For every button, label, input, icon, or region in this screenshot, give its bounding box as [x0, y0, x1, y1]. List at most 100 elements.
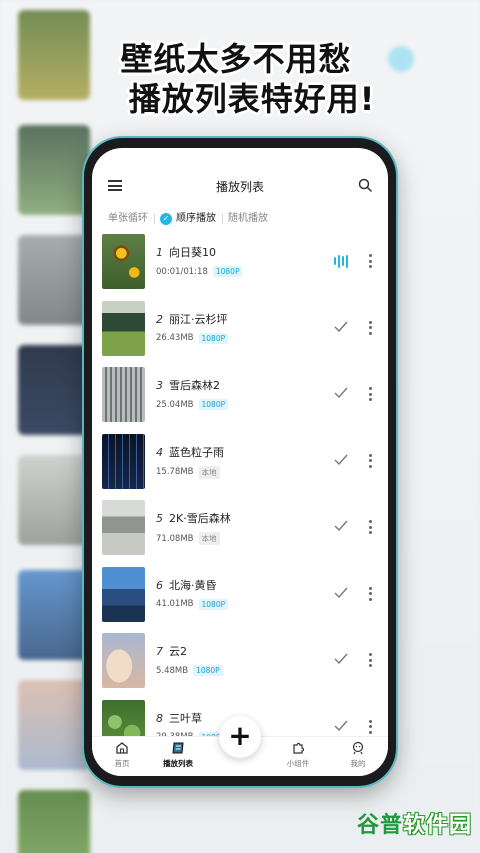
more-icon[interactable]: [368, 453, 372, 468]
play-mode-selector: 单张循环 ✓ 顺序播放 随机播放: [102, 208, 378, 230]
item-detail: 25.04MB: [156, 399, 194, 410]
mode-sequential[interactable]: ✓ 顺序播放: [154, 210, 222, 228]
bg-thumb: [18, 345, 90, 435]
item-index: 3: [156, 379, 163, 392]
wallpaper-thumbnail: [102, 234, 145, 289]
list-item[interactable]: 4 蓝色粒子雨 15.78MB 本地: [92, 433, 388, 501]
list-item[interactable]: 6 北海·黄昏 41.01MB 1080P: [92, 566, 388, 634]
item-title: 8 三叶草: [156, 710, 202, 726]
more-icon[interactable]: [368, 653, 372, 667]
watermark-part: 谷普: [356, 813, 403, 838]
item-title: 4 蓝色粒子雨: [156, 444, 224, 460]
item-detail: 71.08MB: [156, 533, 194, 544]
wallpaper-thumbnail: [102, 433, 145, 489]
item-name: 三叶草: [169, 711, 202, 725]
wallpaper-thumbnail: [102, 633, 145, 688]
item-title: 6 北海·黄昏: [156, 577, 217, 593]
item-name: 雪后森林2: [169, 379, 220, 392]
list-item[interactable]: 7 云2 5.48MB 1080P: [92, 633, 388, 700]
list-item[interactable]: 2 丽江·云杉坪 26.43MB 1080P: [92, 300, 388, 368]
bg-thumb: [18, 125, 90, 215]
tab-label: 播放列表: [163, 759, 193, 768]
search-icon[interactable]: [358, 178, 372, 192]
check-icon: [334, 653, 348, 665]
tab-label: 小组件: [286, 759, 310, 768]
item-meta: 71.08MB 本地: [156, 532, 220, 545]
item-meta: 5.48MB 1080P: [156, 665, 223, 676]
item-title: 7 云2: [156, 643, 187, 659]
home-icon: [116, 742, 128, 754]
item-meta: 25.04MB 1080P: [156, 399, 229, 410]
mode-shuffle[interactable]: 随机播放: [222, 210, 274, 228]
more-icon[interactable]: [368, 586, 372, 601]
check-icon: [334, 387, 348, 399]
check-icon: [334, 587, 348, 598]
item-detail: 00:01/01:18: [156, 266, 208, 277]
playing-icon: [334, 254, 348, 268]
check-circle-icon: ✓: [160, 213, 172, 225]
mode-label: 顺序播放: [176, 213, 216, 224]
item-index: 1: [156, 246, 163, 259]
more-icon[interactable]: [368, 254, 372, 268]
item-name: 云2: [169, 645, 187, 658]
profile-icon: [352, 741, 364, 755]
puzzle-icon: [293, 742, 305, 754]
phone-frame: 播放列表 单张循环 ✓ 顺序播放 随机播放 1 向日葵10 00:01/01:18 1…: [84, 138, 396, 786]
bg-thumb: [18, 570, 90, 660]
quality-badge: 1080P: [198, 332, 229, 344]
item-detail: 15.78MB: [156, 467, 194, 477]
item-detail: 26.43MB: [156, 333, 194, 343]
tab-home[interactable]: 首页: [92, 741, 152, 769]
more-icon[interactable]: [368, 719, 372, 734]
bg-thumb: [18, 790, 90, 853]
more-icon[interactable]: [368, 520, 372, 534]
item-title: 1 向日葵10: [156, 244, 216, 260]
tab-profile[interactable]: 我的: [328, 741, 388, 769]
source-badge: 本地: [198, 465, 220, 479]
add-button[interactable]: +: [219, 716, 261, 758]
wallpaper-thumbnail: [102, 367, 145, 422]
list-item[interactable]: 5 2K·雪后森林 71.08MB 本地: [92, 500, 388, 567]
wallpaper-thumbnail: [102, 566, 145, 622]
bottom-tab-bar: 首页 播放列表 小组件 我的 +: [92, 716, 388, 776]
check-icon: [334, 454, 348, 465]
bg-thumb: [18, 680, 90, 770]
source-badge: 本地: [198, 532, 220, 545]
playlist: 1 向日葵10 00:01/01:18 1080P 2 丽江·云杉坪 26.43MB 1…: [92, 234, 388, 766]
mode-label: 随机播放: [228, 213, 268, 224]
item-index: 5: [156, 512, 163, 525]
item-meta: 41.01MB 1080P: [156, 598, 229, 610]
item-detail: 41.01MB: [156, 599, 194, 609]
item-name: 丽江·云杉坪: [169, 312, 228, 326]
watermark-part: 软件园: [402, 813, 472, 838]
item-name: 2K·雪后森林: [169, 512, 231, 525]
list-item[interactable]: 3 雪后森林2 25.04MB 1080P: [92, 367, 388, 434]
item-meta: 26.43MB 1080P: [156, 332, 229, 344]
wallpaper-thumbnail: [102, 300, 145, 356]
item-index: 8: [156, 711, 163, 725]
item-index: 2: [156, 312, 163, 326]
tab-widgets[interactable]: 小组件: [268, 741, 328, 769]
app-screen: 播放列表 单张循环 ✓ 顺序播放 随机播放 1 向日葵10 00:01/01:18 1…: [92, 148, 388, 776]
item-name: 北海·黄昏: [169, 578, 217, 592]
item-title: 2 丽江·云杉坪: [156, 311, 228, 327]
bg-thumb: [18, 455, 90, 545]
quality-badge: 1080P: [193, 665, 223, 676]
site-watermark: 谷普软件园: [357, 807, 472, 839]
check-icon: [334, 720, 348, 731]
tab-playlist[interactable]: 播放列表: [148, 741, 208, 769]
tab-label: 首页: [114, 759, 130, 768]
list-item[interactable]: 1 向日葵10 00:01/01:18 1080P: [92, 234, 388, 301]
mode-label: 单张循环: [108, 213, 148, 224]
more-icon[interactable]: [368, 387, 372, 401]
item-detail: 5.48MB: [156, 665, 189, 676]
item-meta: 00:01/01:18 1080P: [156, 266, 243, 277]
item-index: 4: [156, 445, 163, 459]
tab-label: 我的: [350, 759, 366, 768]
mode-single-loop[interactable]: 单张循环: [102, 210, 154, 228]
wallpaper-thumbnail: [102, 500, 145, 555]
more-icon[interactable]: [368, 320, 372, 335]
playlist-icon: [172, 742, 184, 754]
item-title: 3 雪后森林2: [156, 377, 220, 393]
page-title: 播放列表: [215, 180, 264, 194]
